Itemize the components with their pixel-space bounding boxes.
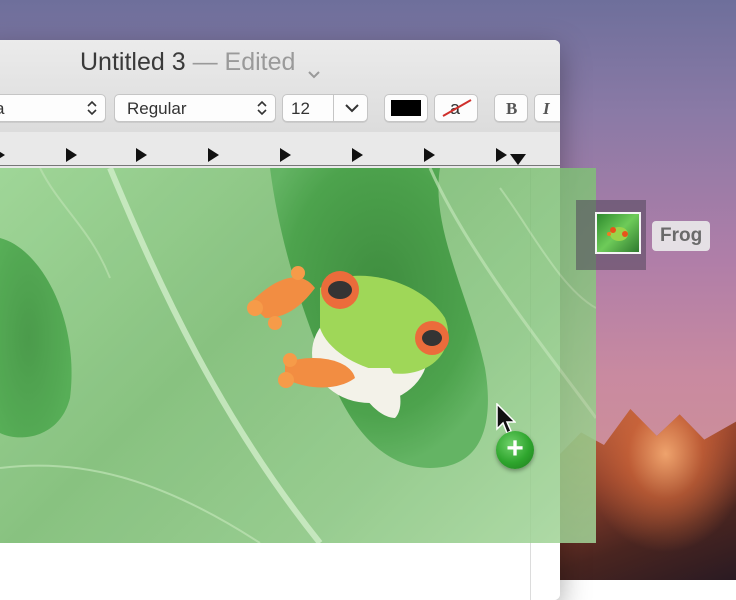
font-family-value: a (0, 95, 4, 123)
no-color-slash-icon (442, 99, 472, 117)
font-style-popup[interactable]: Regular (114, 94, 276, 122)
stepper-icon (87, 100, 97, 116)
frog-thumbnail-image (607, 227, 628, 241)
italic-button[interactable]: I (534, 94, 560, 122)
text-color-well[interactable] (384, 94, 428, 122)
chevron-down-icon[interactable] (308, 58, 321, 79)
drag-file-label: Frog (652, 221, 711, 251)
tab-stop-marker[interactable] (208, 148, 219, 162)
document-title: Untitled 3 (80, 48, 186, 76)
tab-stop-marker[interactable] (0, 148, 5, 162)
right-indent-marker[interactable] (510, 154, 526, 165)
tab-stop-marker[interactable] (280, 148, 291, 162)
font-size-value: 12 (291, 99, 310, 118)
combo-divider (333, 95, 334, 121)
ruler[interactable]: 1234 (0, 132, 560, 188)
edited-status: — Edited (192, 48, 296, 76)
window-titlebar: Untitled 3 — Edited a Regular 12 (0, 40, 560, 188)
window-title[interactable]: Untitled 3 — Edited (80, 48, 321, 79)
italic-label: I (543, 99, 550, 118)
bold-label: B (506, 99, 518, 118)
chevron-down-icon[interactable] (345, 103, 359, 113)
stepper-icon (257, 100, 267, 116)
copy-plus-badge-icon: + (496, 431, 534, 469)
font-family-popup[interactable]: a (0, 94, 106, 122)
font-size-combo[interactable]: 12 (282, 94, 368, 122)
drag-thumbnail (595, 212, 641, 254)
ruler-baseline (0, 165, 560, 166)
tab-stop-marker[interactable] (352, 148, 363, 162)
text-color-swatch (391, 100, 421, 116)
tab-stop-marker[interactable] (66, 148, 77, 162)
dragged-image-preview (0, 168, 596, 543)
background-color-well[interactable]: a (434, 94, 478, 122)
font-style-value: Regular (127, 99, 187, 118)
tab-stop-marker[interactable] (424, 148, 435, 162)
format-toolbar: a Regular 12 a B I (0, 94, 560, 126)
frog-leaf-image (0, 168, 596, 543)
bold-button[interactable]: B (494, 94, 528, 122)
tab-stop-marker[interactable] (136, 148, 147, 162)
tab-stop-marker[interactable] (496, 148, 507, 162)
